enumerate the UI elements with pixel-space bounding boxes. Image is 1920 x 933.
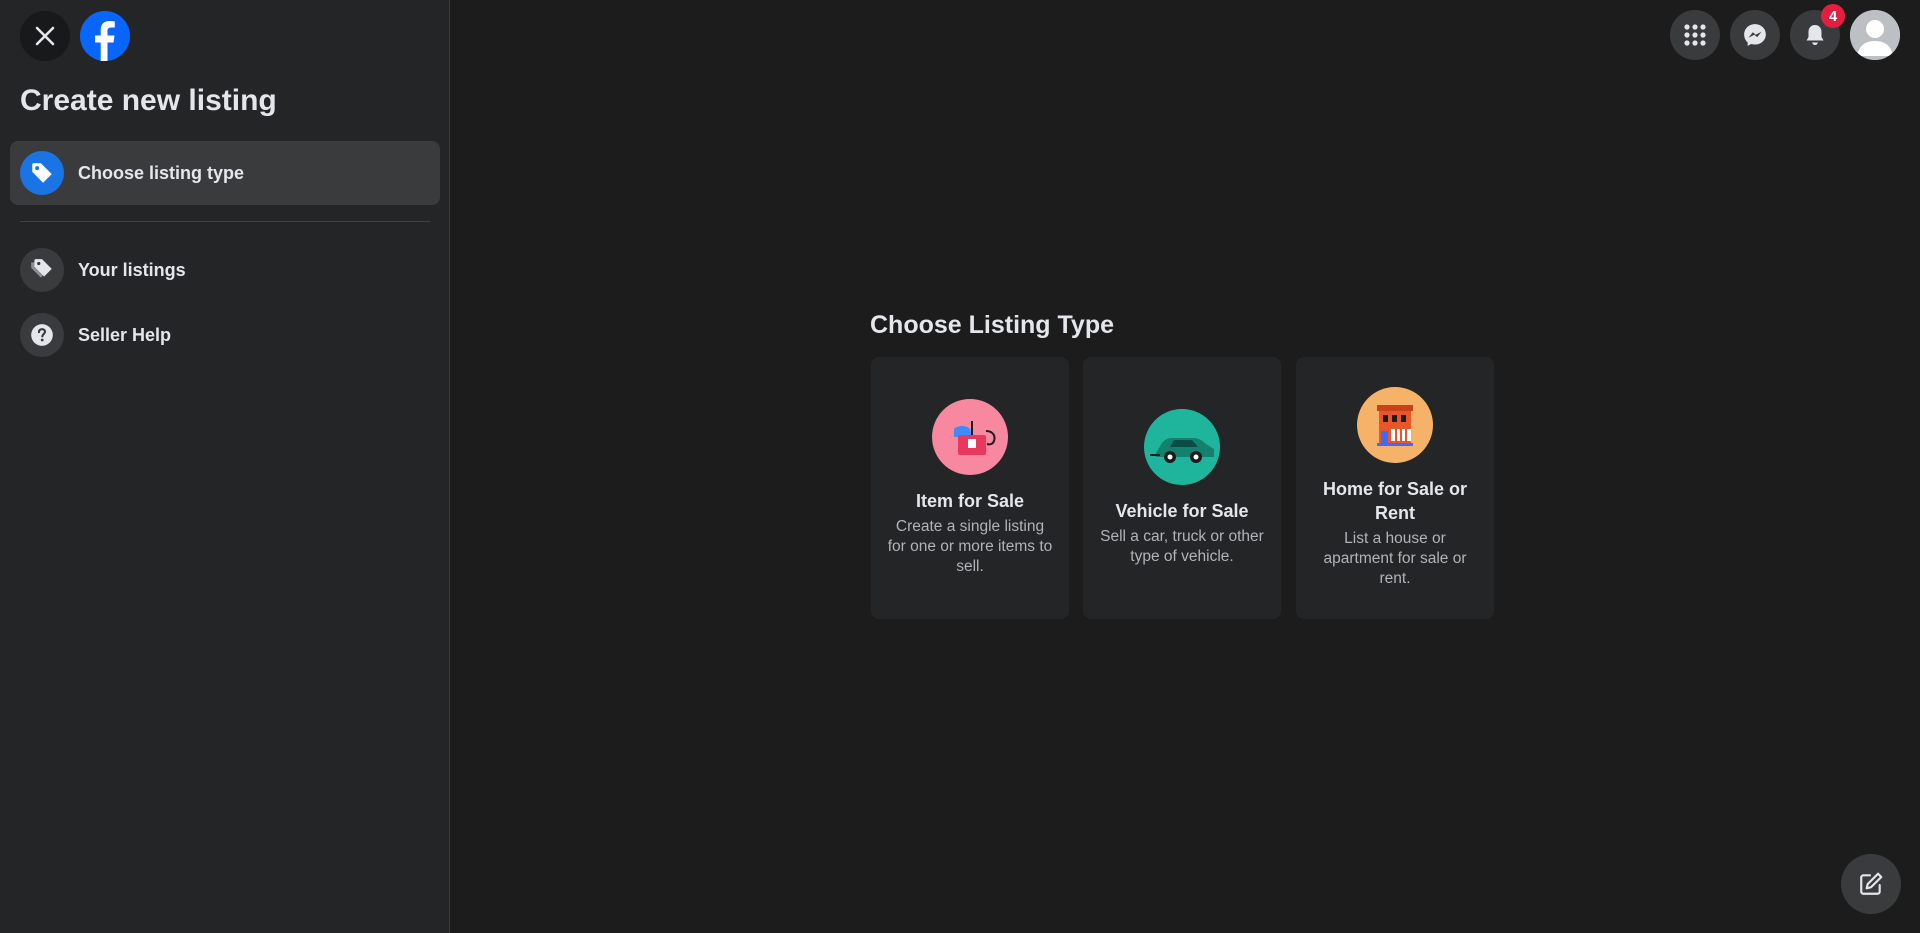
- home-for-sale-icon: [1357, 387, 1433, 463]
- menu-button[interactable]: [1670, 10, 1720, 60]
- card-title: Vehicle for Sale: [1115, 501, 1249, 521]
- messenger-icon: [1744, 24, 1766, 46]
- default-avatar-icon: [1850, 10, 1900, 60]
- choose-listing-type-heading: Choose Listing Type: [870, 311, 1114, 339]
- avatar[interactable]: [1850, 10, 1900, 60]
- card-description: List a house or apartment for sale or re…: [1323, 530, 1467, 587]
- facebook-f-icon: [95, 21, 115, 61]
- close-button[interactable]: [20, 11, 70, 61]
- item-for-sale-icon: [932, 399, 1008, 475]
- card-title: Item for Sale: [915, 491, 1025, 511]
- sidebar-item-choose-listing-type[interactable]: Choose listing type: [10, 141, 440, 205]
- sidebar-item-label: Choose listing type: [78, 162, 245, 183]
- menu-grid-icon: [1684, 24, 1706, 46]
- tag-icon: [20, 151, 64, 195]
- card-description: Sell a car, truck or other type of vehic…: [1100, 528, 1264, 565]
- card-description: Create a single listing for one or more …: [887, 518, 1053, 575]
- sidebar-item-your-listings[interactable]: Your listings: [10, 238, 440, 302]
- sidebar-divider: [20, 221, 430, 222]
- compose-icon: [1860, 872, 1883, 895]
- sidebar: Create new listing Choose listing type Y…: [0, 0, 450, 933]
- sidebar-item-label: Seller Help: [78, 324, 172, 345]
- sidebar-item-seller-help[interactable]: Seller Help: [10, 303, 440, 367]
- page-title: Create new listing: [20, 84, 277, 117]
- vehicle-for-sale-icon: [1144, 409, 1220, 485]
- tags-icon: [20, 248, 64, 292]
- sidebar-header: [0, 0, 449, 72]
- close-icon: [35, 26, 55, 46]
- card-title: Home for Sale or Rent: [1322, 479, 1468, 523]
- messenger-button[interactable]: [1730, 10, 1780, 60]
- bell-icon: [1806, 25, 1824, 45]
- card-home-for-sale-or-rent[interactable]: Home for Sale or Rent List a house or ap…: [1296, 357, 1494, 619]
- card-vehicle-for-sale[interactable]: Vehicle for Sale Sell a car, truck or ot…: [1083, 357, 1281, 619]
- question-icon: [20, 313, 64, 357]
- sidebar-item-label: Your listings: [78, 259, 186, 280]
- new-message-button[interactable]: [1841, 854, 1901, 914]
- top-bar: 4: [1670, 4, 1900, 60]
- notifications-button[interactable]: 4: [1790, 4, 1845, 60]
- card-item-for-sale[interactable]: Item for Sale Create a single listing fo…: [871, 357, 1069, 619]
- notification-badge: 4: [1821, 4, 1845, 28]
- facebook-logo[interactable]: [80, 11, 130, 61]
